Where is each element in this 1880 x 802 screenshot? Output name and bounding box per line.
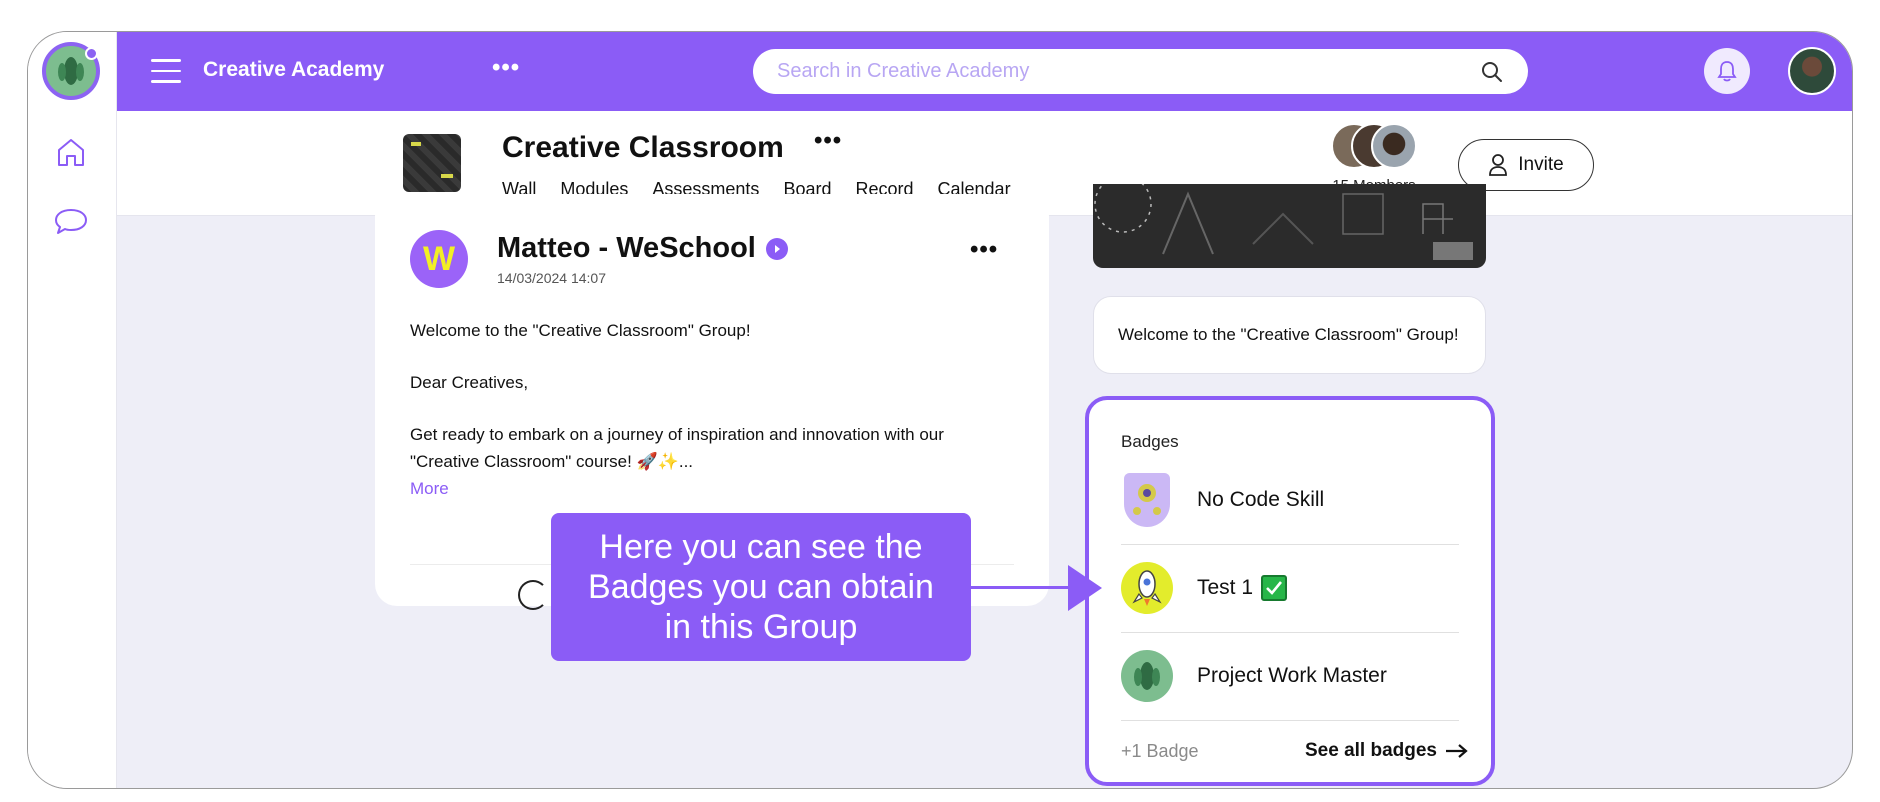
post-paragraph: Welcome to the "Creative Classroom" Grou… <box>410 321 751 340</box>
rocket-badge-icon <box>1121 562 1173 614</box>
bell-icon <box>1717 61 1737 82</box>
invite-label: Invite <box>1518 154 1564 175</box>
tooltip-arrow-line <box>971 586 1071 589</box>
post-body: Welcome to the "Creative Classroom" Grou… <box>410 317 1010 502</box>
search-input[interactable] <box>777 60 1480 83</box>
badges-footer: +1 Badge See all badges <box>1121 740 1469 762</box>
post-more-link[interactable]: More <box>410 475 1010 502</box>
class-thumbnail <box>403 134 461 192</box>
user-avatar[interactable] <box>1788 47 1836 95</box>
search-icon[interactable] <box>1480 60 1504 84</box>
badge-name-text: Test 1 <box>1197 576 1254 599</box>
badge-divider <box>1121 720 1459 721</box>
check-mark-icon <box>1261 575 1288 601</box>
app-title[interactable]: Creative Academy <box>203 58 384 82</box>
menu-icon[interactable] <box>151 59 181 83</box>
post-paragraph: Get ready to embark on a journey of insp… <box>410 425 944 471</box>
class-more-icon[interactable]: ••• <box>814 127 842 155</box>
member-avatars <box>1319 123 1429 173</box>
welcome-card[interactable]: Welcome to the "Creative Classroom" Grou… <box>1093 296 1486 374</box>
arrow-right-icon <box>1446 744 1468 758</box>
post-author-avatar[interactable]: W <box>410 230 468 288</box>
badge-item[interactable]: Test 1 <box>1121 544 1459 632</box>
top-bar: Creative Academy ••• <box>117 32 1852 111</box>
chat-icon[interactable] <box>51 202 91 242</box>
badge-name: Test 1 <box>1197 575 1288 601</box>
see-all-badges-link[interactable]: See all badges <box>1305 740 1469 762</box>
member-avatar <box>1371 123 1417 169</box>
verified-icon <box>765 237 788 260</box>
banner-pattern <box>1094 184 1473 260</box>
notification-dot <box>85 47 98 60</box>
badge-name: No Code Skill <box>1197 488 1325 511</box>
badges-title: Badges <box>1121 432 1179 451</box>
left-rail <box>28 32 117 788</box>
post-author-name[interactable]: Matteo - WeSchool <box>497 232 756 265</box>
comment-icon[interactable] <box>518 580 548 610</box>
home-icon[interactable] <box>51 132 91 172</box>
search-bar[interactable] <box>753 49 1528 94</box>
post-menu-icon[interactable]: ••• <box>970 236 998 264</box>
tooltip-arrow-head <box>1068 565 1102 611</box>
user-icon <box>1489 154 1508 176</box>
more-badges-count: +1 Badge <box>1121 740 1199 761</box>
shield-badge-icon <box>1121 473 1173 527</box>
badges-card: Badges No Code Skill Test 1 Project Work… <box>1085 396 1495 786</box>
badge-item[interactable]: No Code Skill <box>1121 456 1459 544</box>
notifications-button[interactable] <box>1704 48 1750 94</box>
post-date: 14/03/2024 14:07 <box>497 270 606 286</box>
group-logo[interactable] <box>42 42 100 100</box>
class-title: Creative Classroom <box>502 131 784 164</box>
class-banner <box>1093 184 1486 268</box>
badge-item[interactable]: Project Work Master <box>1121 632 1459 720</box>
cactus-badge-icon <box>1121 650 1173 702</box>
badge-name: Project Work Master <box>1197 664 1387 687</box>
cactus-icon <box>58 57 84 85</box>
post-paragraph: Dear Creatives, <box>410 373 529 392</box>
tutorial-tooltip: Here you can see the Badges you can obta… <box>551 513 971 661</box>
see-all-badges-label: See all badges <box>1304 740 1437 761</box>
more-icon[interactable]: ••• <box>492 54 520 82</box>
post-author: Matteo - WeSchool <box>497 232 788 265</box>
